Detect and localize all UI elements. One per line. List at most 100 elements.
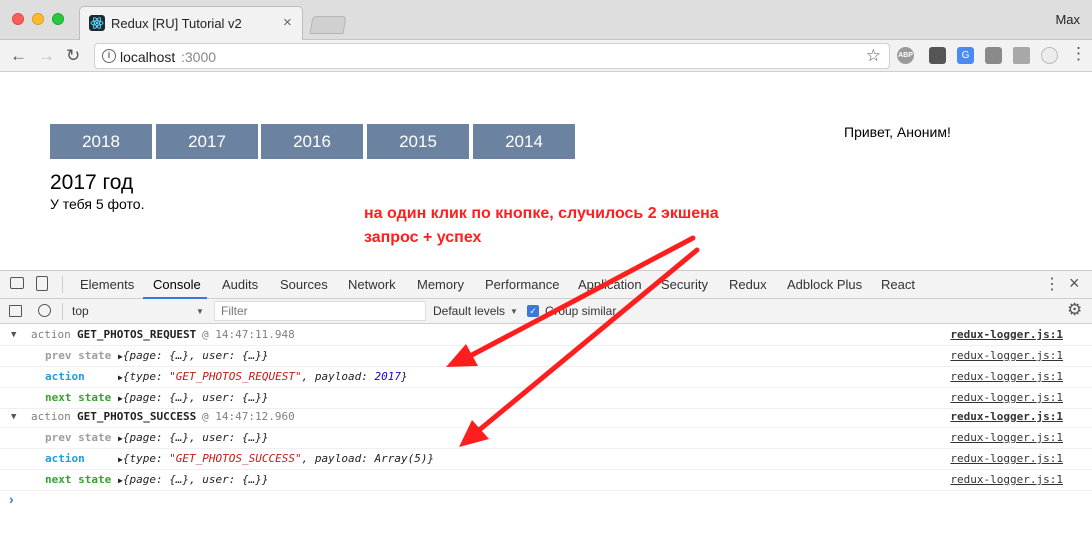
state-user-key: , user: bbox=[189, 431, 243, 444]
group-similar-label: Group similar bbox=[545, 304, 617, 318]
log-action-type: GET_PHOTOS_REQUEST bbox=[77, 328, 197, 341]
state-object[interactable]: ▶{page: {…}, user: {…}} bbox=[118, 388, 269, 409]
type-key: {type: bbox=[122, 370, 170, 383]
log-source-link[interactable]: redux-logger.js:1 bbox=[950, 449, 1063, 469]
adblock-extension-icon[interactable]: ABP bbox=[897, 47, 914, 64]
log-action-word: action bbox=[31, 328, 71, 341]
circle-extension-icon[interactable] bbox=[1041, 47, 1058, 64]
device-toolbar-icon[interactable] bbox=[36, 276, 48, 291]
tab-network[interactable]: Network bbox=[348, 277, 396, 292]
tab-sources[interactable]: Sources bbox=[280, 277, 328, 292]
log-levels-select[interactable]: Default levels bbox=[433, 304, 505, 318]
minimize-window-button[interactable] bbox=[32, 13, 44, 25]
state-object[interactable]: ▶{page: {…}, user: {…}} bbox=[118, 428, 269, 449]
state-user-value: {…} bbox=[242, 349, 262, 362]
group-similar-checkbox[interactable]: ✓ bbox=[527, 305, 539, 317]
log-next-state-row[interactable]: next state ▶{page: {…}, user: {…}} redux… bbox=[0, 470, 1092, 491]
state-object[interactable]: ▶{page: {…}, user: {…}} bbox=[118, 470, 269, 491]
log-prev-state-row[interactable]: prev state ▶{page: {…}, user: {…}} redux… bbox=[0, 346, 1092, 367]
year-button-2017[interactable]: 2017 bbox=[156, 124, 258, 159]
sidebar-toggle-icon[interactable] bbox=[9, 305, 22, 317]
tab-elements[interactable]: Elements bbox=[80, 277, 134, 292]
console-prompt[interactable]: › bbox=[9, 491, 14, 507]
tab-redux[interactable]: Redux bbox=[729, 277, 767, 292]
year-heading: 2017 год bbox=[50, 171, 134, 194]
console-filter-input[interactable] bbox=[214, 301, 426, 321]
year-button-2016[interactable]: 2016 bbox=[261, 124, 363, 159]
year-button-2018[interactable]: 2018 bbox=[50, 124, 152, 159]
back-icon[interactable]: ← bbox=[10, 46, 27, 66]
log-next-state-row[interactable]: next state ▶{page: {…}, user: {…}} redux… bbox=[0, 388, 1092, 409]
log-source-link[interactable]: redux-logger.js:1 bbox=[950, 388, 1063, 408]
info-icon[interactable]: i bbox=[102, 49, 116, 63]
log-group-header[interactable]: ▼ action GET_PHOTOS_SUCCESS @ 14:47:12.9… bbox=[0, 407, 1092, 428]
devtools-menu-icon[interactable]: ⋮ bbox=[1044, 274, 1060, 294]
action-object[interactable]: ▶{type: "GET_PHOTOS_SUCCESS", payload: A… bbox=[118, 449, 434, 470]
browser-toolbar: ← → ↻ i localhost :3000 ☆ ABP G ⋮ bbox=[0, 40, 1092, 72]
next-state-label: next state bbox=[45, 473, 112, 486]
tab-security[interactable]: Security bbox=[661, 277, 708, 292]
pocket-extension-icon[interactable] bbox=[929, 47, 946, 64]
tab-console[interactable]: Console bbox=[153, 277, 201, 292]
action-object[interactable]: ▶{type: "GET_PHOTOS_REQUEST", payload: 2… bbox=[118, 367, 408, 388]
log-action-row[interactable]: action ▶{type: "GET_PHOTOS_REQUEST", pay… bbox=[0, 367, 1092, 388]
greeting: Привет, Аноним! bbox=[844, 124, 951, 140]
state-object[interactable]: ▶{page: {…}, user: {…}} bbox=[118, 346, 269, 367]
new-tab-button[interactable] bbox=[309, 16, 347, 34]
bookmark-star-icon[interactable]: ☆ bbox=[866, 46, 881, 66]
object-close: } bbox=[427, 452, 435, 465]
log-source-link[interactable]: redux-logger.js:1 bbox=[950, 470, 1063, 490]
state-close: } bbox=[261, 431, 269, 444]
log-action-row[interactable]: action ▶{type: "GET_PHOTOS_SUCCESS", pay… bbox=[0, 449, 1092, 470]
devtools-tab-strip: Elements Console Audits Sources Network … bbox=[0, 270, 1092, 299]
divider bbox=[62, 303, 63, 320]
context-select[interactable]: top bbox=[72, 304, 89, 318]
inspect-element-icon[interactable] bbox=[10, 277, 24, 289]
prev-state-label: prev state bbox=[45, 431, 112, 444]
console-settings-gear-icon[interactable]: ⚙ bbox=[1067, 300, 1082, 320]
year-button-2015[interactable]: 2015 bbox=[367, 124, 469, 159]
tab-react[interactable]: React bbox=[881, 277, 915, 292]
url-host: localhost bbox=[120, 49, 176, 65]
log-group-header[interactable]: ▼ action GET_PHOTOS_REQUEST @ 14:47:11.9… bbox=[0, 325, 1092, 346]
browser-tab[interactable]: Redux [RU] Tutorial v2 × bbox=[79, 6, 303, 40]
log-source-link[interactable]: redux-logger.js:1 bbox=[950, 325, 1063, 345]
tab-memory[interactable]: Memory bbox=[417, 277, 464, 292]
shoe-extension-icon[interactable] bbox=[985, 47, 1002, 64]
drive-extension-icon[interactable] bbox=[1013, 47, 1030, 64]
log-source-link[interactable]: redux-logger.js:1 bbox=[950, 407, 1063, 427]
year-button-2014[interactable]: 2014 bbox=[473, 124, 575, 159]
close-devtools-icon[interactable]: × bbox=[1069, 273, 1080, 294]
log-source-link[interactable]: redux-logger.js:1 bbox=[950, 346, 1063, 366]
collapse-triangle-icon[interactable]: ▼ bbox=[11, 325, 16, 345]
translate-extension-icon[interactable]: G bbox=[957, 47, 974, 64]
tab-adblock-plus[interactable]: Adblock Plus bbox=[787, 277, 862, 292]
log-source-link[interactable]: redux-logger.js:1 bbox=[950, 367, 1063, 387]
state-user-value: {…} bbox=[242, 473, 262, 486]
tab-application[interactable]: Application bbox=[578, 277, 642, 292]
log-timestamp: @ 14:47:12.960 bbox=[202, 410, 295, 423]
state-page-key: {page: bbox=[122, 473, 170, 486]
chevron-down-icon: ▼ bbox=[196, 307, 204, 316]
payload-value: Array(5) bbox=[374, 452, 428, 465]
address-bar[interactable]: i localhost :3000 ☆ bbox=[94, 43, 890, 69]
tab-audits[interactable]: Audits bbox=[222, 277, 258, 292]
tab-performance[interactable]: Performance bbox=[485, 277, 559, 292]
log-prev-state-row[interactable]: prev state ▶{page: {…}, user: {…}} redux… bbox=[0, 428, 1092, 449]
profile-name[interactable]: Max bbox=[1055, 12, 1080, 27]
type-value: "GET_PHOTOS_REQUEST" bbox=[169, 370, 302, 383]
collapse-triangle-icon[interactable]: ▼ bbox=[11, 407, 16, 427]
zoom-window-button[interactable] bbox=[52, 13, 64, 25]
reload-icon[interactable]: ↻ bbox=[66, 46, 80, 66]
state-page-value: {…} bbox=[169, 431, 190, 444]
log-source-link[interactable]: redux-logger.js:1 bbox=[950, 428, 1063, 448]
menu-kebab-icon[interactable]: ⋮ bbox=[1070, 44, 1087, 64]
console-filter-bar: top ▼ Default levels ▼ ✓ Group similar ⚙ bbox=[0, 299, 1092, 324]
close-window-button[interactable] bbox=[12, 13, 24, 25]
close-tab-icon[interactable]: × bbox=[283, 14, 292, 31]
clear-console-icon[interactable] bbox=[38, 304, 51, 317]
divider bbox=[62, 276, 63, 293]
state-page-value: {…} bbox=[169, 349, 190, 362]
forward-icon[interactable]: → bbox=[38, 46, 55, 66]
state-user-value: {…} bbox=[242, 431, 262, 444]
